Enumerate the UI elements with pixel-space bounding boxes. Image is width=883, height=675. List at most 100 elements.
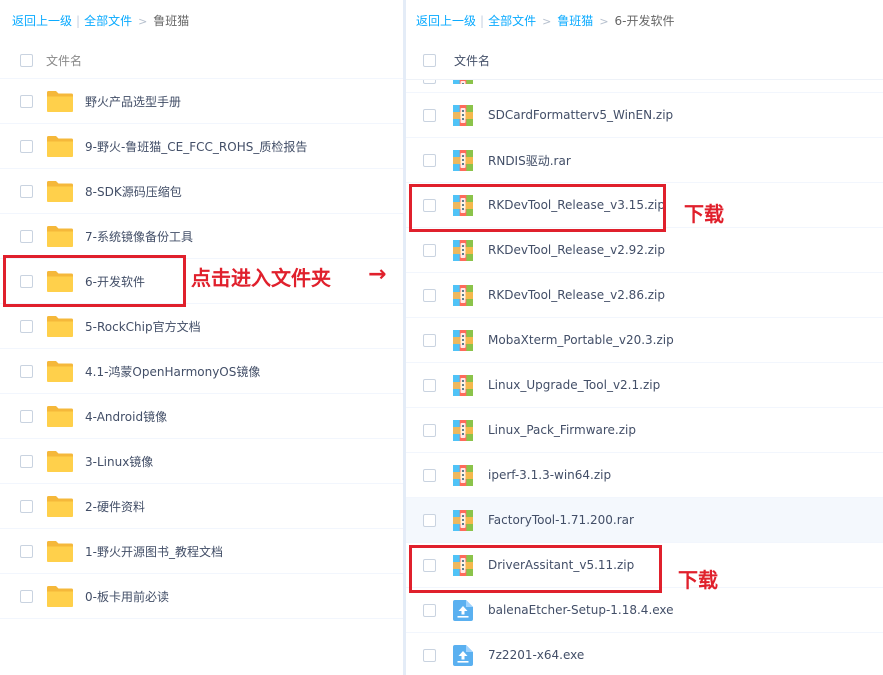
- list-header: 文件名: [406, 42, 883, 80]
- column-header-filename: 文件名: [46, 53, 83, 68]
- list-item[interactable]: RKDevTool_Release_v2.86.zip: [406, 273, 883, 318]
- list-item[interactable]: FactoryTool-1.71.200.rar: [406, 498, 883, 543]
- file-name[interactable]: MobaXterm_Portable_v20.3.zip: [488, 333, 674, 347]
- row-checkbox[interactable]: [423, 648, 436, 662]
- select-all-checkbox[interactable]: [20, 53, 33, 67]
- list-item[interactable]: 7-系统镜像备份工具: [0, 214, 403, 259]
- list-item[interactable]: Linux_Upgrade_Tool_v2.1.zip: [406, 363, 883, 408]
- list-item[interactable]: 4.1-鸿蒙OpenHarmonyOS镜像: [0, 349, 403, 394]
- file-name[interactable]: RKDevTool_Release_v3.15.zip: [488, 198, 665, 212]
- file-name[interactable]: RKDevTool_Release_v2.86.zip: [488, 288, 665, 302]
- row-checkbox[interactable]: [423, 603, 436, 617]
- archive-icon: [453, 374, 473, 396]
- row-checkbox[interactable]: [423, 288, 436, 302]
- breadcrumb-back-link[interactable]: 返回上一级: [12, 14, 72, 28]
- row-checkbox[interactable]: [20, 499, 33, 513]
- row-checkbox[interactable]: [423, 198, 436, 212]
- chevron-right-icon: >: [599, 15, 609, 28]
- file-name[interactable]: 0-板卡用前必读: [85, 588, 169, 605]
- row-checkbox[interactable]: [423, 513, 436, 527]
- file-name[interactable]: Linux_Upgrade_Tool_v2.1.zip: [488, 378, 660, 392]
- file-name[interactable]: 8-SDK源码压缩包: [85, 183, 182, 200]
- row-checkbox[interactable]: [423, 153, 436, 167]
- row-checkbox[interactable]: [20, 229, 33, 243]
- breadcrumb-back-link[interactable]: 返回上一级: [416, 14, 476, 28]
- list-item[interactable]: RKDevTool_Release_v2.92.zip: [406, 228, 883, 273]
- row-checkbox[interactable]: [423, 243, 436, 257]
- row-checkbox[interactable]: [20, 544, 33, 558]
- row-checkbox[interactable]: [20, 364, 33, 378]
- folder-icon: [46, 494, 74, 518]
- file-name[interactable]: iperf-3.1.3-win64.zip: [488, 468, 611, 482]
- breadcrumb-all-files-link[interactable]: 全部文件: [84, 14, 132, 28]
- file-list: SDCardFormatterv5_WinEN.zip RNDIS驱动.rar RK…: [406, 66, 883, 675]
- file-name[interactable]: DriverAssitant_v5.11.zip: [488, 558, 634, 572]
- row-checkbox[interactable]: [20, 94, 33, 108]
- exe-icon: [453, 599, 473, 621]
- row-checkbox[interactable]: [423, 378, 436, 392]
- breadcrumb-all-files-link[interactable]: 全部文件: [488, 14, 536, 28]
- list-item[interactable]: 2-硬件资料: [0, 484, 403, 529]
- row-checkbox[interactable]: [20, 319, 33, 333]
- list-item[interactable]: balenaEtcher-Setup-1.18.4.exe: [406, 588, 883, 633]
- row-checkbox[interactable]: [423, 108, 436, 122]
- file-name[interactable]: 1-野火开源图书_教程文档: [85, 543, 223, 560]
- left-file-panel: 返回上一级 | 全部文件 > 鲁班猫 文件名 野火产品选型手册 9-野火-鲁班猫_CE_F…: [0, 0, 403, 675]
- select-all-checkbox[interactable]: [423, 54, 436, 67]
- file-name[interactable]: 5-RockChip官方文档: [85, 318, 201, 335]
- folder-icon: [46, 584, 74, 608]
- file-name[interactable]: 4-Android镜像: [85, 408, 167, 425]
- file-name[interactable]: 野火产品选型手册: [85, 93, 181, 110]
- file-name[interactable]: SDCardFormatterv5_WinEN.zip: [488, 108, 673, 122]
- folder-icon: [46, 314, 74, 338]
- file-name[interactable]: 7z2201-x64.exe: [488, 648, 584, 662]
- list-item[interactable]: RNDIS驱动.rar: [406, 138, 883, 183]
- list-item[interactable]: 5-RockChip官方文档: [0, 304, 403, 349]
- list-item[interactable]: Linux_Pack_Firmware.zip: [406, 408, 883, 453]
- chevron-right-icon: >: [542, 15, 552, 28]
- breadcrumb: 返回上一级 | 全部文件 > 鲁班猫: [0, 0, 403, 42]
- list-item[interactable]: 4-Android镜像: [0, 394, 403, 439]
- row-checkbox[interactable]: [20, 454, 33, 468]
- file-name[interactable]: 4.1-鸿蒙OpenHarmonyOS镜像: [85, 363, 260, 380]
- chevron-right-icon: >: [138, 15, 148, 28]
- file-name[interactable]: 7-系统镜像备份工具: [85, 228, 193, 245]
- row-checkbox[interactable]: [423, 468, 436, 482]
- file-name[interactable]: FactoryTool-1.71.200.rar: [488, 513, 634, 527]
- archive-icon: [453, 149, 473, 171]
- breadcrumb-parent-link[interactable]: 鲁班猫: [557, 14, 593, 28]
- file-name[interactable]: RKDevTool_Release_v2.92.zip: [488, 243, 665, 257]
- folder-icon: [46, 269, 74, 293]
- list-item[interactable]: 野火产品选型手册: [0, 79, 403, 124]
- list-item[interactable]: 9-野火-鲁班猫_CE_FCC_ROHS_质检报告: [0, 124, 403, 169]
- row-checkbox[interactable]: [20, 139, 33, 153]
- file-name[interactable]: 9-野火-鲁班猫_CE_FCC_ROHS_质检报告: [85, 138, 307, 155]
- list-item[interactable]: 1-野火开源图书_教程文档: [0, 529, 403, 574]
- row-checkbox[interactable]: [423, 333, 436, 347]
- file-name[interactable]: 3-Linux镜像: [85, 453, 153, 470]
- list-item[interactable]: RKDevTool_Release_v3.15.zip: [406, 183, 883, 228]
- row-checkbox[interactable]: [20, 409, 33, 423]
- list-item[interactable]: 3-Linux镜像: [0, 439, 403, 484]
- row-checkbox[interactable]: [20, 589, 33, 603]
- list-item[interactable]: iperf-3.1.3-win64.zip: [406, 453, 883, 498]
- archive-icon: [453, 194, 473, 216]
- row-checkbox[interactable]: [423, 558, 436, 572]
- row-checkbox[interactable]: [423, 423, 436, 437]
- file-name[interactable]: balenaEtcher-Setup-1.18.4.exe: [488, 603, 674, 617]
- file-name[interactable]: 2-硬件资料: [85, 498, 145, 515]
- folder-icon: [46, 404, 74, 428]
- file-name[interactable]: 6-开发软件: [85, 273, 145, 290]
- list-item[interactable]: 7z2201-x64.exe: [406, 633, 883, 675]
- folder-icon: [46, 179, 74, 203]
- list-item[interactable]: SDCardFormatterv5_WinEN.zip: [406, 93, 883, 138]
- file-name[interactable]: RNDIS驱动.rar: [488, 152, 571, 169]
- breadcrumb-separator: |: [76, 14, 81, 28]
- list-item[interactable]: MobaXterm_Portable_v20.3.zip: [406, 318, 883, 363]
- list-item[interactable]: DriverAssitant_v5.11.zip: [406, 543, 883, 588]
- row-checkbox[interactable]: [20, 274, 33, 288]
- row-checkbox[interactable]: [20, 184, 33, 198]
- file-name[interactable]: Linux_Pack_Firmware.zip: [488, 423, 636, 437]
- list-item[interactable]: 8-SDK源码压缩包: [0, 169, 403, 214]
- list-item[interactable]: 0-板卡用前必读: [0, 574, 403, 619]
